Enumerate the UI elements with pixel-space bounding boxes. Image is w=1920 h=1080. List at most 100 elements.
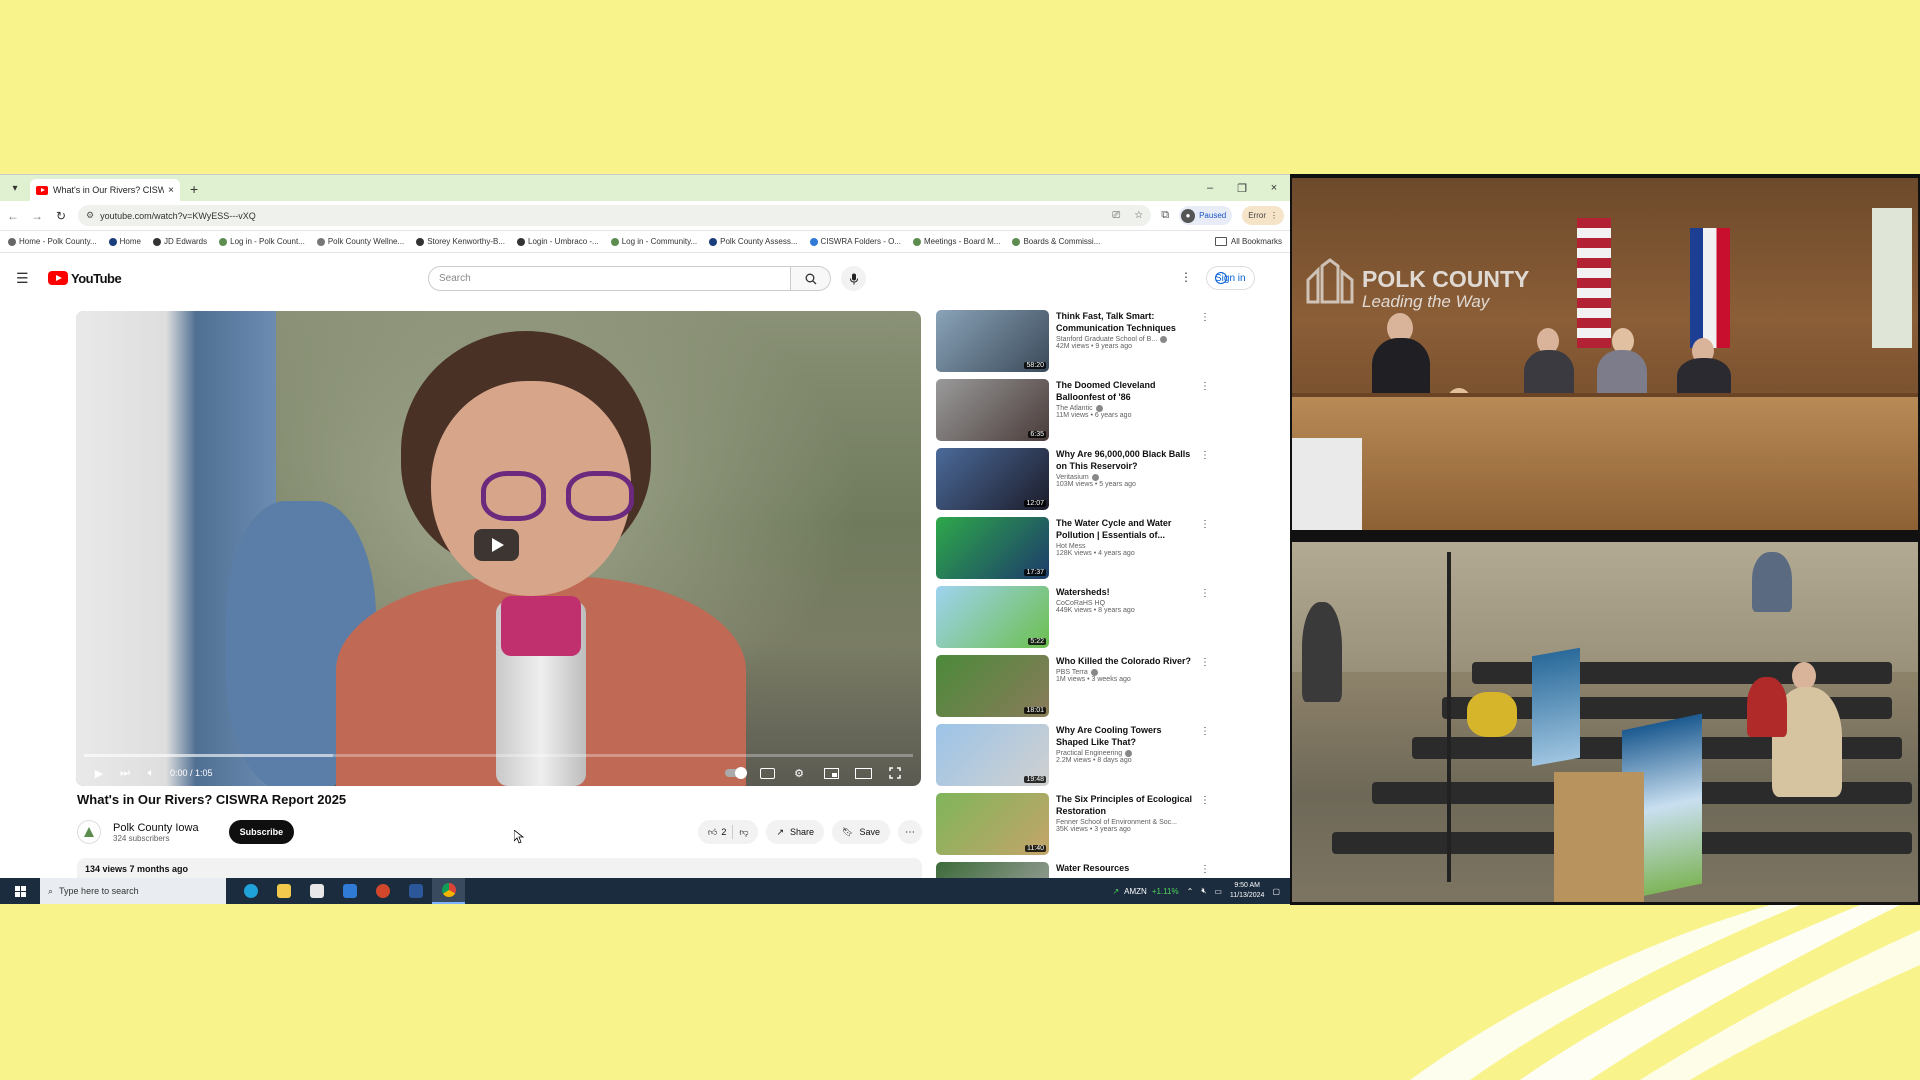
edge-app[interactable] [234, 878, 267, 904]
bookmark-item[interactable]: Login - Umbraco -... [517, 237, 599, 246]
recommendation-item[interactable]: 17:37 The Water Cycle and Water Pollution… [936, 517, 1216, 586]
video-thumbnail[interactable]: 18:01 [936, 655, 1049, 717]
restore-button[interactable]: ❐ [1226, 175, 1258, 201]
fullscreen-button[interactable] [879, 767, 911, 780]
more-options-icon[interactable]: ⋮ [1200, 726, 1210, 737]
bookmark-item[interactable]: CISWRA Folders - O... [809, 237, 901, 246]
bookmark-item[interactable]: JD Edwards [153, 237, 207, 246]
more-options-icon[interactable]: ⋮ [1200, 795, 1210, 806]
chevron-up-icon[interactable]: ⌃ [1187, 887, 1194, 896]
video-thumbnail[interactable]: 17:37 [936, 517, 1049, 579]
file-explorer-app[interactable] [267, 878, 300, 904]
forward-icon[interactable]: → [30, 209, 44, 223]
share-button[interactable]: ↗ Share [766, 820, 825, 844]
recommendation-title[interactable]: Watersheds! [1056, 586, 1196, 598]
recommendation-title[interactable]: Think Fast, Talk Smart: Communication Te… [1056, 310, 1196, 334]
search-input[interactable]: Search [428, 266, 791, 291]
reload-icon[interactable]: ↻ [54, 209, 68, 223]
install-app-icon[interactable]: ⎚ [1112, 210, 1120, 221]
video-player[interactable]: ▶ ⏭ 🔈︎ 0:00 / 1:05 ⚙ [76, 311, 921, 786]
more-options-icon[interactable]: ⋮ [1200, 381, 1210, 392]
chrome-app[interactable] [432, 878, 465, 904]
channel-avatar[interactable] [77, 820, 101, 844]
more-options-icon[interactable]: ⋮ [1200, 519, 1210, 530]
progress-bar[interactable] [84, 754, 913, 757]
tab-close-icon[interactable]: × [168, 185, 174, 196]
bookmark-star-icon[interactable]: ☆ [1134, 210, 1143, 221]
profile-paused-button[interactable]: ● Paused [1179, 206, 1233, 225]
recommendation-title[interactable]: Who Killed the Colorado River? [1056, 655, 1196, 667]
video-thumbnail[interactable]: 19:48 [936, 724, 1049, 786]
tab-youtube[interactable]: What's in Our Rivers? CISWRA × [30, 179, 180, 201]
video-thumbnail[interactable]: 11:40 [936, 793, 1049, 855]
bookmark-item[interactable]: Log in - Community... [610, 237, 697, 246]
sign-in-button[interactable]: Sign in [1206, 266, 1255, 290]
volume-icon[interactable]: 🔈︎ [138, 767, 164, 780]
stock-widget[interactable]: ↗ AMZN +1.11% [1112, 887, 1178, 896]
store-app[interactable] [300, 878, 333, 904]
recommendation-item[interactable]: 6:35 The Doomed Cleveland Balloonfest of … [936, 379, 1216, 448]
back-icon[interactable]: ← [6, 209, 20, 223]
close-window-button[interactable]: × [1258, 175, 1290, 201]
recommendation-item[interactable]: 18:01 Who Killed the Colorado River? PBS T… [936, 655, 1216, 724]
recommendation-title[interactable]: The Doomed Cleveland Balloonfest of '86 [1056, 379, 1196, 403]
recommendation-item[interactable]: 11:40 The Six Principles of Ecological Re… [936, 793, 1216, 862]
search-button[interactable] [791, 266, 831, 291]
miniplayer-button[interactable] [815, 767, 847, 780]
recommendation-title[interactable]: The Six Principles of Ecological Restora… [1056, 793, 1196, 817]
like-button[interactable]: 👍︎ 2 [708, 827, 726, 838]
bookmark-item[interactable]: Meetings - Board M... [912, 237, 1000, 246]
start-button[interactable] [0, 885, 40, 897]
notifications-icon[interactable]: ▢ [1272, 887, 1280, 896]
more-options-icon[interactable]: ⋮ [1200, 588, 1210, 599]
tab-search-button[interactable]: ▾ [6, 179, 24, 197]
next-icon[interactable]: ⏭ [112, 767, 138, 780]
recommendation-title[interactable]: The Water Cycle and Water Pollution | Es… [1056, 517, 1196, 541]
play-icon[interactable]: ▶ [86, 767, 112, 780]
autoplay-toggle[interactable] [719, 767, 751, 780]
bookmark-item[interactable]: Polk County Assess... [709, 237, 798, 246]
save-button[interactable]: 🔖︎ Save [832, 820, 890, 844]
voice-search-button[interactable] [841, 266, 866, 291]
more-options-icon[interactable]: ⋮ [1200, 657, 1210, 668]
powerpoint-app[interactable] [366, 878, 399, 904]
youtube-logo[interactable]: YouTube [48, 271, 122, 286]
site-info-icon[interactable]: ⚙ [86, 210, 94, 221]
thumbs-down-icon[interactable]: 👎︎ [739, 827, 748, 838]
extensions-icon[interactable]: ⧉ [1161, 209, 1169, 222]
subscribe-button[interactable]: Subscribe [228, 820, 295, 844]
more-options-icon[interactable]: ⋮ [1200, 450, 1210, 461]
more-options-icon[interactable]: ⋮ [1200, 864, 1210, 875]
recommendation-title[interactable]: Why Are Cooling Towers Shaped Like That? [1056, 724, 1196, 748]
video-thumbnail[interactable]: 6:35 [936, 379, 1049, 441]
bookmark-item[interactable]: Boards & Commissi... [1012, 237, 1100, 246]
minimize-button[interactable]: – [1194, 175, 1226, 201]
new-tab-button[interactable]: + [190, 181, 198, 197]
word-app[interactable] [399, 878, 432, 904]
bookmark-item[interactable]: Home - Polk County... [8, 237, 97, 246]
address-bar[interactable]: ⚙ youtube.com/watch?v=KWyESS---vXQ ⎚ ☆ [78, 205, 1152, 226]
theater-mode-button[interactable] [847, 767, 879, 780]
more-actions-icon[interactable]: ⋯ [898, 820, 922, 844]
more-options-icon[interactable]: ⋮ [1200, 312, 1210, 323]
recommendation-item[interactable]: 19:48 Why Are Cooling Towers Shaped Like … [936, 724, 1216, 793]
recommendation-item[interactable]: 5:22 Watersheds! CoCoRaHS HQ 449K views • 8… [936, 586, 1216, 655]
menu-icon[interactable]: ☰ [16, 270, 36, 287]
channel-name[interactable]: Polk County Iowa [113, 822, 199, 834]
bookmark-item[interactable]: Home [108, 237, 141, 246]
taskbar-search-input[interactable]: ⌕ Type here to search [40, 878, 226, 904]
all-bookmarks-button[interactable]: All Bookmarks [1214, 237, 1282, 246]
captions-button[interactable] [751, 767, 783, 780]
video-thumbnail[interactable]: 5:22 [936, 586, 1049, 648]
bookmark-item[interactable]: Polk County Wellne... [316, 237, 404, 246]
recommendation-item[interactable]: 58:20 Think Fast, Talk Smart: Communicati… [936, 310, 1216, 379]
video-thumbnail[interactable]: 58:20 [936, 310, 1049, 372]
volume-muted-icon[interactable]: 🔇︎ [1201, 886, 1206, 896]
bookmark-item[interactable]: Storey Kenworthy-B... [416, 237, 505, 246]
settings-gear-icon[interactable]: ⚙ [783, 767, 815, 780]
video-thumbnail[interactable]: 12:07 [936, 448, 1049, 510]
mail-app[interactable] [333, 878, 366, 904]
bookmark-item[interactable]: Log in - Polk Count... [219, 237, 305, 246]
large-play-button[interactable] [474, 529, 519, 561]
recommendation-title[interactable]: Water Resources [1056, 862, 1196, 874]
